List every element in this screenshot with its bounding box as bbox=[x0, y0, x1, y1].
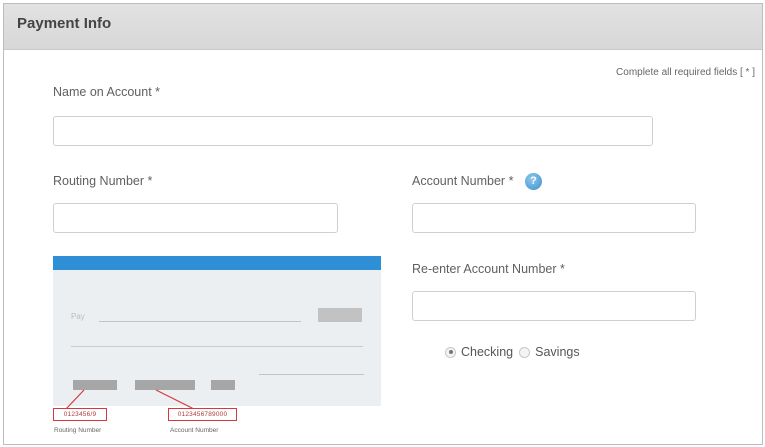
check-amount-box bbox=[318, 308, 362, 322]
reenter-account-number-input[interactable] bbox=[412, 291, 696, 321]
account-number-example: 0123456789000 bbox=[168, 408, 237, 421]
name-on-account-label: Name on Account * bbox=[53, 85, 161, 99]
reenter-account-number-label: Re-enter Account Number * bbox=[412, 262, 565, 276]
check-account-micr bbox=[135, 380, 195, 390]
required-fields-note: Complete all required fields [ * ] bbox=[616, 67, 755, 78]
check-signature-line bbox=[259, 374, 364, 375]
check-routing-micr bbox=[73, 380, 117, 390]
help-icon[interactable]: ? bbox=[525, 173, 542, 190]
routing-number-input[interactable] bbox=[53, 203, 338, 233]
check-pay-line bbox=[99, 321, 301, 322]
panel-title: Payment Info bbox=[17, 15, 112, 32]
check-number-micr bbox=[211, 380, 235, 390]
routing-number-label: Routing Number * bbox=[53, 174, 153, 188]
check-written-amount-line bbox=[71, 346, 363, 347]
sample-check-image: Pay bbox=[53, 256, 381, 406]
account-number-input[interactable] bbox=[412, 203, 696, 233]
routing-number-example: 0123456/9 bbox=[53, 408, 107, 421]
account-type-radio-group: Checking Savings bbox=[445, 345, 586, 359]
checking-radio-label[interactable]: Checking bbox=[461, 345, 513, 359]
name-on-account-input[interactable] bbox=[53, 116, 653, 146]
panel-header: Payment Info bbox=[4, 4, 762, 50]
savings-radio-label[interactable]: Savings bbox=[535, 345, 579, 359]
routing-number-caption: Routing Number bbox=[54, 427, 102, 434]
check-pay-label: Pay bbox=[71, 312, 85, 321]
savings-radio[interactable] bbox=[519, 346, 531, 358]
account-number-caption: Account Number bbox=[170, 427, 219, 434]
check-top-bar bbox=[53, 256, 381, 270]
payment-info-panel: Payment Info Complete all required field… bbox=[3, 3, 763, 445]
account-number-label: Account Number * bbox=[412, 174, 514, 188]
checking-radio[interactable] bbox=[445, 346, 456, 358]
